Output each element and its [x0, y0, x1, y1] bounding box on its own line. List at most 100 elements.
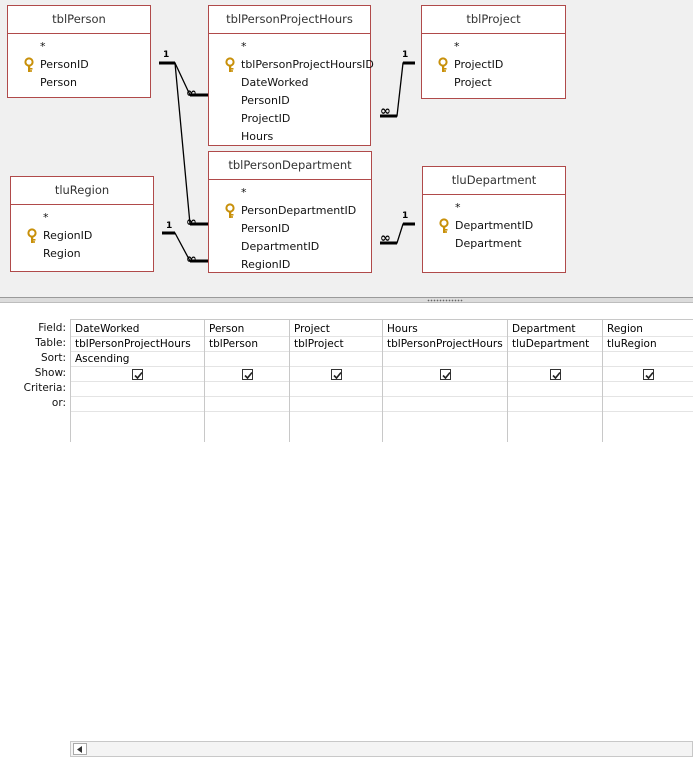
field-item[interactable]: Person: [8, 74, 150, 92]
primary-key-icon: [224, 57, 236, 73]
sort-cell[interactable]: [603, 352, 693, 367]
splitter-grip[interactable]: [427, 299, 463, 302]
show-checkbox[interactable]: [242, 369, 253, 380]
table-tblPerson[interactable]: tblPerson * PersonID Person: [7, 5, 151, 98]
field-item[interactable]: DepartmentID: [423, 217, 565, 235]
show-checkbox[interactable]: [643, 369, 654, 380]
checkmark-icon: [244, 371, 253, 380]
many-label: ∞: [380, 231, 391, 246]
table-tluRegion[interactable]: tluRegion * RegionID Region: [10, 176, 154, 272]
table-title[interactable]: tblPerson: [8, 6, 150, 34]
field-item[interactable]: *: [11, 209, 153, 227]
or-cell[interactable]: [383, 397, 507, 412]
rel-project-hours: [380, 62, 415, 117]
table-title[interactable]: tblPersonProjectHours: [209, 6, 370, 34]
table-tblPersonDepartment[interactable]: tblPersonDepartment * PersonDepartmentID Pe…: [208, 151, 372, 273]
grid-column[interactable]: DateWorked tblPersonProjectHours Ascending: [71, 320, 205, 442]
field-name: *: [40, 40, 46, 53]
field-item[interactable]: Region: [11, 245, 153, 263]
table-tluDepartment[interactable]: tluDepartment * DepartmentID Department: [422, 166, 566, 273]
sort-cell[interactable]: [383, 352, 507, 367]
checkmark-icon: [645, 371, 654, 380]
grid-column[interactable]: Region tluRegion: [603, 320, 693, 442]
show-cell: [603, 367, 693, 382]
field-item[interactable]: RegionID: [11, 227, 153, 245]
field-cell[interactable]: Department: [508, 322, 602, 337]
table-cell[interactable]: tblProject: [290, 337, 382, 352]
field-item[interactable]: Project: [422, 74, 565, 92]
table-title[interactable]: tblProject: [422, 6, 565, 34]
criteria-cell[interactable]: [205, 382, 289, 397]
query-design-area[interactable]: 1 ∞ ∞ 1 ∞ 1 ∞ 1 ∞ tblPerson * PersonID Person tblPer…: [0, 0, 693, 297]
field-item[interactable]: PersonID: [209, 220, 371, 238]
sort-cell[interactable]: Ascending: [71, 352, 204, 367]
grid-column[interactable]: Hours tblPersonProjectHours: [383, 320, 508, 442]
field-item[interactable]: *: [209, 184, 371, 202]
show-checkbox[interactable]: [440, 369, 451, 380]
field-item[interactable]: *: [423, 199, 565, 217]
table-title[interactable]: tblPersonDepartment: [209, 152, 371, 180]
checkmark-icon: [134, 371, 143, 380]
grid-column[interactable]: Person tblPerson: [205, 320, 290, 442]
field-item[interactable]: ProjectID: [422, 56, 565, 74]
field-item[interactable]: Department: [423, 235, 565, 253]
primary-key-icon: [23, 57, 35, 73]
field-item[interactable]: PersonID: [209, 92, 370, 110]
criteria-cell[interactable]: [71, 382, 204, 397]
or-cell[interactable]: [508, 397, 602, 412]
table-cell[interactable]: tblPersonProjectHours: [71, 337, 204, 352]
scroll-left-button[interactable]: [73, 743, 87, 755]
primary-key-icon: [437, 57, 449, 73]
field-item[interactable]: PersonID: [8, 56, 150, 74]
field-item[interactable]: Hours: [209, 128, 370, 146]
table-title[interactable]: tluDepartment: [423, 167, 565, 195]
grid-column[interactable]: Project tblProject: [290, 320, 383, 442]
grid-column[interactable]: Department tluDepartment: [508, 320, 603, 442]
sort-cell[interactable]: [290, 352, 382, 367]
criteria-cell[interactable]: [383, 382, 507, 397]
or-cell[interactable]: [290, 397, 382, 412]
field-item[interactable]: DepartmentID: [209, 238, 371, 256]
show-checkbox[interactable]: [132, 369, 143, 380]
field-name: DepartmentID: [455, 219, 534, 232]
table-cell[interactable]: tblPersonProjectHours: [383, 337, 507, 352]
field-item[interactable]: ProjectID: [209, 110, 370, 128]
field-cell[interactable]: DateWorked: [71, 322, 204, 337]
table-cell[interactable]: tluDepartment: [508, 337, 602, 352]
row-label-criteria: Criteria:: [23, 382, 66, 394]
criteria-cell[interactable]: [603, 382, 693, 397]
horizontal-scrollbar[interactable]: [70, 741, 693, 757]
field-item[interactable]: *: [209, 38, 370, 56]
field-cell[interactable]: Region: [603, 322, 693, 337]
field-item[interactable]: tblPersonProjectHoursID: [209, 56, 374, 74]
field-item[interactable]: RegionID: [209, 256, 371, 274]
field-cell[interactable]: Person: [205, 322, 289, 337]
field-cell[interactable]: Project: [290, 322, 382, 337]
qbe-grid[interactable]: DateWorked tblPersonProjectHours Ascending…: [70, 319, 693, 442]
field-name: PersonID: [241, 222, 290, 235]
criteria-cell[interactable]: [290, 382, 382, 397]
table-tblPersonProjectHours[interactable]: tblPersonProjectHours * tblPersonProjectHo…: [208, 5, 374, 146]
or-cell[interactable]: [603, 397, 693, 412]
table-cell[interactable]: tblPerson: [205, 337, 289, 352]
sort-cell[interactable]: [205, 352, 289, 367]
field-item[interactable]: DateWorked: [209, 74, 370, 92]
table-title[interactable]: tluRegion: [11, 177, 153, 205]
field-item[interactable]: PersonDepartmentID: [209, 202, 371, 220]
table-cell[interactable]: tluRegion: [603, 337, 693, 352]
show-checkbox[interactable]: [331, 369, 342, 380]
field-item[interactable]: *: [8, 38, 150, 56]
field-item[interactable]: *: [422, 38, 565, 56]
show-cell: [383, 367, 507, 382]
sort-cell[interactable]: [508, 352, 602, 367]
show-cell: [205, 367, 289, 382]
field-name: *: [241, 186, 247, 199]
field-list: * ProjectID Project: [422, 34, 565, 92]
field-name: *: [241, 40, 247, 53]
field-cell[interactable]: Hours: [383, 322, 507, 337]
criteria-cell[interactable]: [508, 382, 602, 397]
or-cell[interactable]: [71, 397, 204, 412]
table-tblProject[interactable]: tblProject * ProjectID Project: [421, 5, 566, 99]
show-checkbox[interactable]: [550, 369, 561, 380]
or-cell[interactable]: [205, 397, 289, 412]
